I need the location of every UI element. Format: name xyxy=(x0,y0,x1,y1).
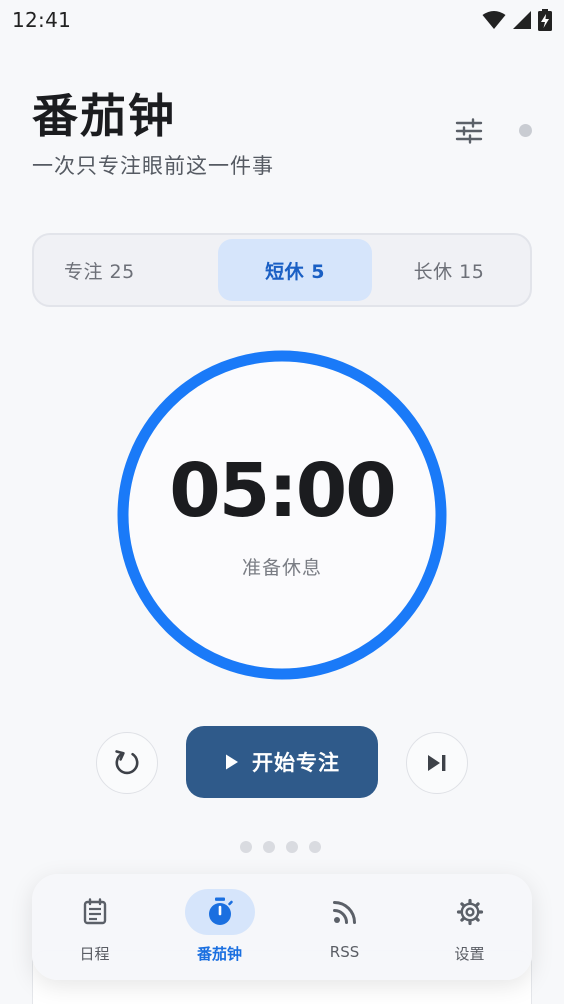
signal-icon xyxy=(513,11,531,29)
nav-icon-container xyxy=(60,889,130,935)
page-dot[interactable] xyxy=(309,841,321,853)
timer-status: 准备休息 xyxy=(241,557,322,579)
nav-icon-container xyxy=(184,889,255,935)
status-bar: 12:41 xyxy=(0,0,564,40)
timer-countdown: 05:00 xyxy=(169,448,397,534)
start-focus-button[interactable]: 开始专注 xyxy=(186,726,378,798)
battery-charging-icon xyxy=(538,9,552,31)
nav-item-settings[interactable]: 设置 xyxy=(415,889,525,964)
nav-item-schedule[interactable]: 日程 xyxy=(40,889,150,964)
reset-icon xyxy=(115,750,139,775)
rss-icon xyxy=(332,901,356,924)
status-dot xyxy=(519,124,532,137)
nav-icon-container xyxy=(435,889,505,935)
nav-label-pomodoro: 番茄钟 xyxy=(196,945,242,963)
tab-focus[interactable]: 专注 25 xyxy=(38,239,218,301)
sliders-icon xyxy=(455,118,483,144)
nav-label-rss: RSS xyxy=(329,943,360,961)
bottom-navigation: 日程 番茄钟 RSS 设置 xyxy=(32,874,532,980)
nav-icon-container xyxy=(310,889,380,935)
nav-label-settings: 设置 xyxy=(454,945,485,963)
skip-next-icon xyxy=(428,755,446,771)
skip-button[interactable] xyxy=(406,732,468,794)
wifi-icon xyxy=(482,11,506,29)
tab-short-break[interactable]: 短休 5 xyxy=(218,239,372,301)
timer-icon xyxy=(208,897,233,925)
status-icons xyxy=(482,9,552,31)
timer-settings-button[interactable] xyxy=(450,112,488,150)
gear-icon xyxy=(456,898,483,926)
calendar-list-icon xyxy=(83,898,106,925)
page-indicator xyxy=(240,841,321,853)
page-title: 番茄钟 xyxy=(32,89,176,143)
page-dot[interactable] xyxy=(263,841,275,853)
page-dot[interactable] xyxy=(286,841,298,853)
timer-dial: 05:00 准备休息 xyxy=(117,350,447,680)
play-icon xyxy=(226,754,238,770)
start-focus-label: 开始专注 xyxy=(252,751,340,775)
page-header: 番茄钟 一次只专注眼前这一件事 xyxy=(32,88,274,180)
tab-long-break[interactable]: 长休 15 xyxy=(372,239,526,301)
nav-label-schedule: 日程 xyxy=(79,945,110,963)
reset-button[interactable] xyxy=(96,732,158,794)
page-dot[interactable] xyxy=(240,841,252,853)
nav-item-pomodoro[interactable]: 番茄钟 xyxy=(165,889,275,964)
page-subtitle: 一次只专注眼前这一件事 xyxy=(32,154,274,178)
mode-selector: 专注 25 短休 5 长休 15 xyxy=(32,233,532,307)
status-time: 12:41 xyxy=(12,8,72,32)
nav-item-rss[interactable]: RSS xyxy=(290,889,400,961)
